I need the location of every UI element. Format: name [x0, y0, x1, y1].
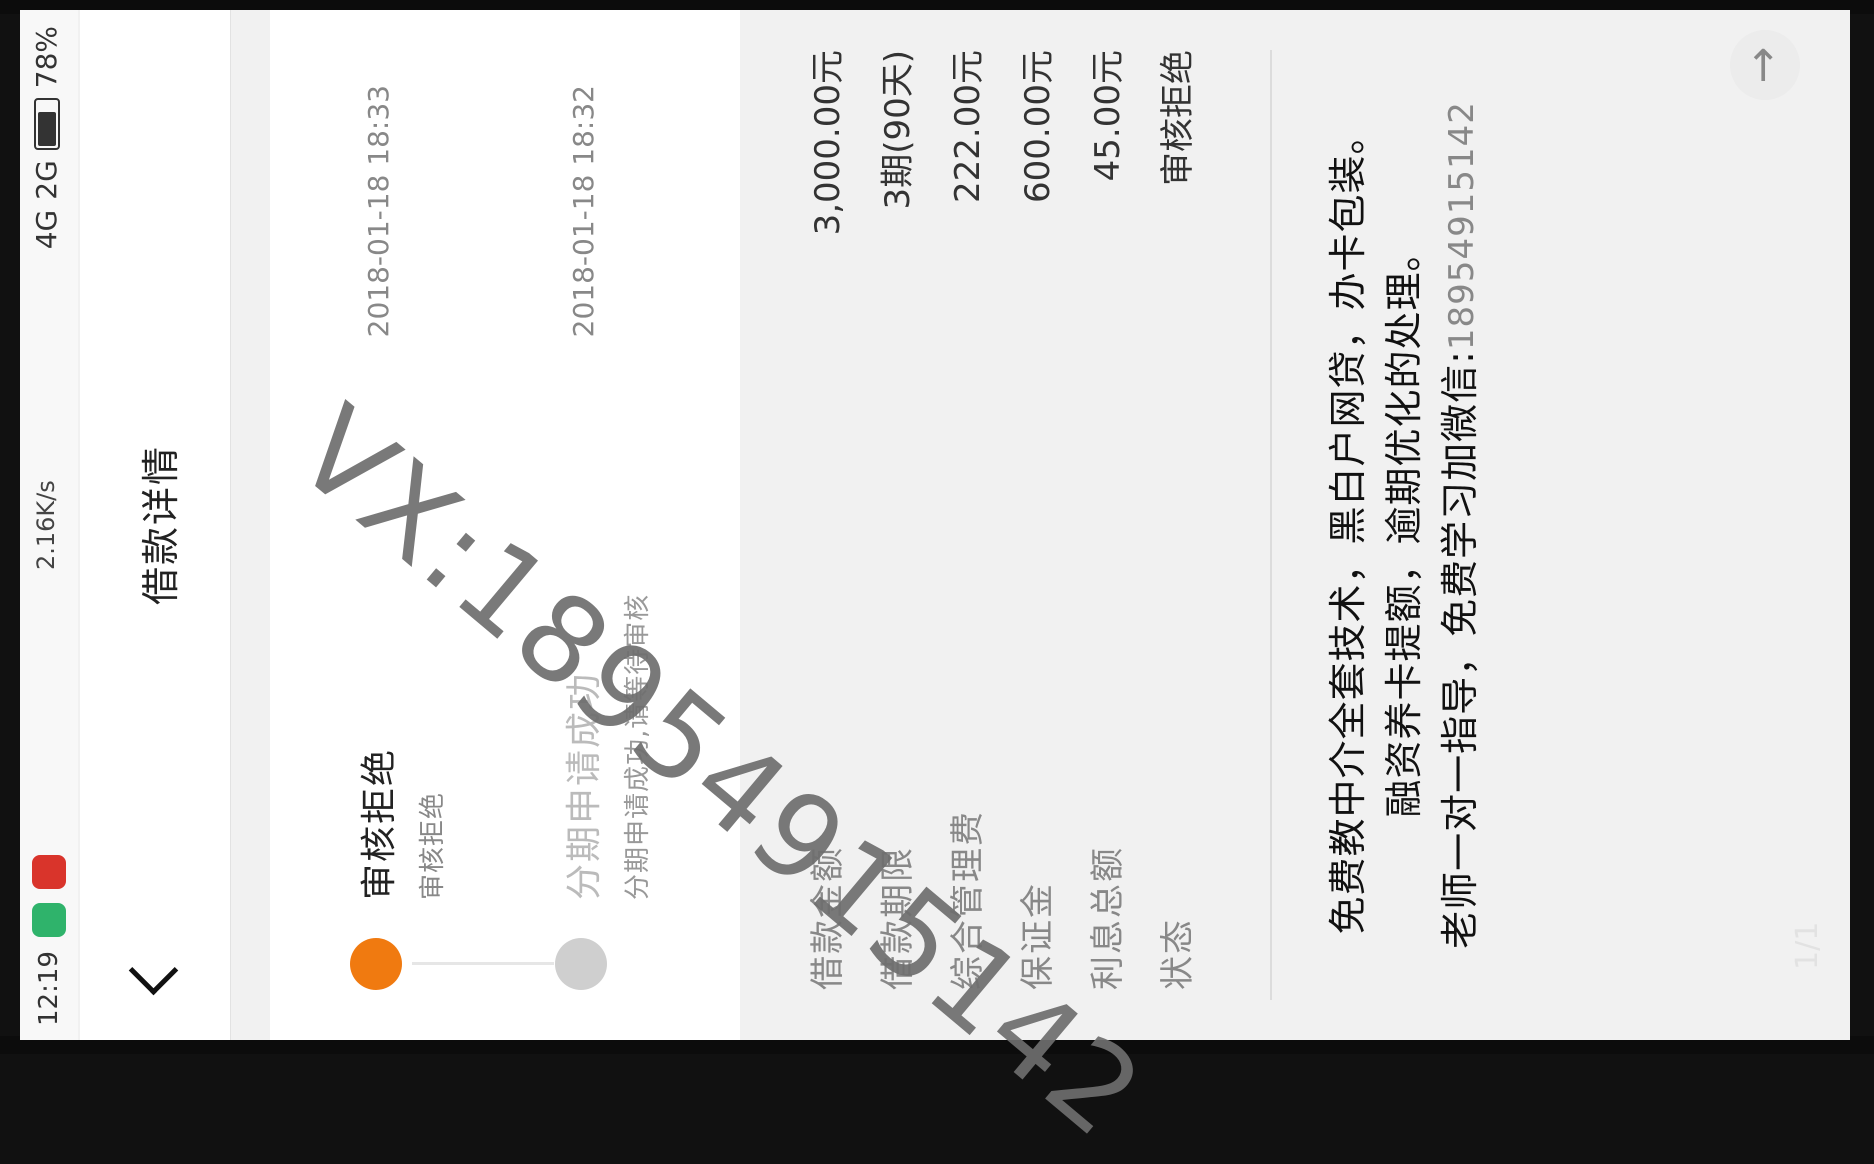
ad-line-3-prefix: 老师一对一指导，免费学习加微信: — [1438, 350, 1482, 949]
status-bar: 12:19 2.16K/s 4G 2G 78% — [20, 10, 78, 1040]
network-type: 4G — [30, 209, 63, 250]
status-time: 12:19 — [34, 951, 64, 1026]
detail-row-interest: 利息总额 45.00元 — [1080, 10, 1140, 1040]
detail-value: 审核拒绝 — [1158, 50, 1198, 186]
wechat-icon — [32, 903, 66, 938]
detail-value: 45.00元 — [1088, 50, 1128, 182]
signal-type: 2G — [30, 160, 63, 200]
nav-bar: 借款详情 — [80, 10, 231, 1040]
ad-line-1: 免费教中介全套技术，黑白户网贷，办卡包装。 — [1326, 115, 1370, 935]
ad-text-block: 免费教中介全套技术，黑白户网贷，办卡包装。 融资养卡提额，逾期优化的处理。 老师… — [1320, 10, 1490, 1040]
weibo-icon — [32, 855, 66, 890]
active-step-dot — [350, 938, 402, 990]
step-time: 2018-01-18 18:32 — [567, 85, 600, 338]
step-subtitle: 审核拒绝 — [418, 791, 448, 900]
section-divider — [1270, 50, 1272, 1000]
detail-label: 状态 — [1158, 918, 1198, 990]
network-speed: 2.16K/s — [32, 480, 60, 570]
step-title: 审核拒绝 — [359, 747, 400, 900]
page-indicator: 1/1 — [1790, 921, 1825, 970]
inactive-step-dot — [555, 938, 607, 990]
battery-icon — [33, 98, 60, 151]
ad-line-3: 老师一对一指导，免费学习加微信:18954915142 — [1432, 10, 1490, 1040]
step-time: 2018-01-18 18:33 — [362, 85, 395, 338]
battery-level: 78% — [30, 26, 63, 89]
page-title: 借款详情 — [139, 445, 183, 606]
detail-value: 3,000.00元 — [808, 50, 848, 236]
detail-value: 600.00元 — [1018, 50, 1058, 203]
ad-line-2: 融资养卡提额，逾期优化的处理。 — [1382, 232, 1426, 818]
detail-row-deposit: 保证金 600.00元 — [1010, 10, 1070, 1040]
detail-label: 利息总额 — [1088, 846, 1128, 990]
detail-value: 3期(90天) — [878, 50, 918, 210]
timeline-connector — [412, 962, 554, 965]
exit-arrow-icon[interactable]: → — [1730, 30, 1800, 100]
detail-row-status: 状态 审核拒绝 — [1150, 10, 1210, 1040]
detail-value: 222.00元 — [948, 50, 988, 203]
ad-wechat-id: 18954915142 — [1442, 101, 1482, 351]
